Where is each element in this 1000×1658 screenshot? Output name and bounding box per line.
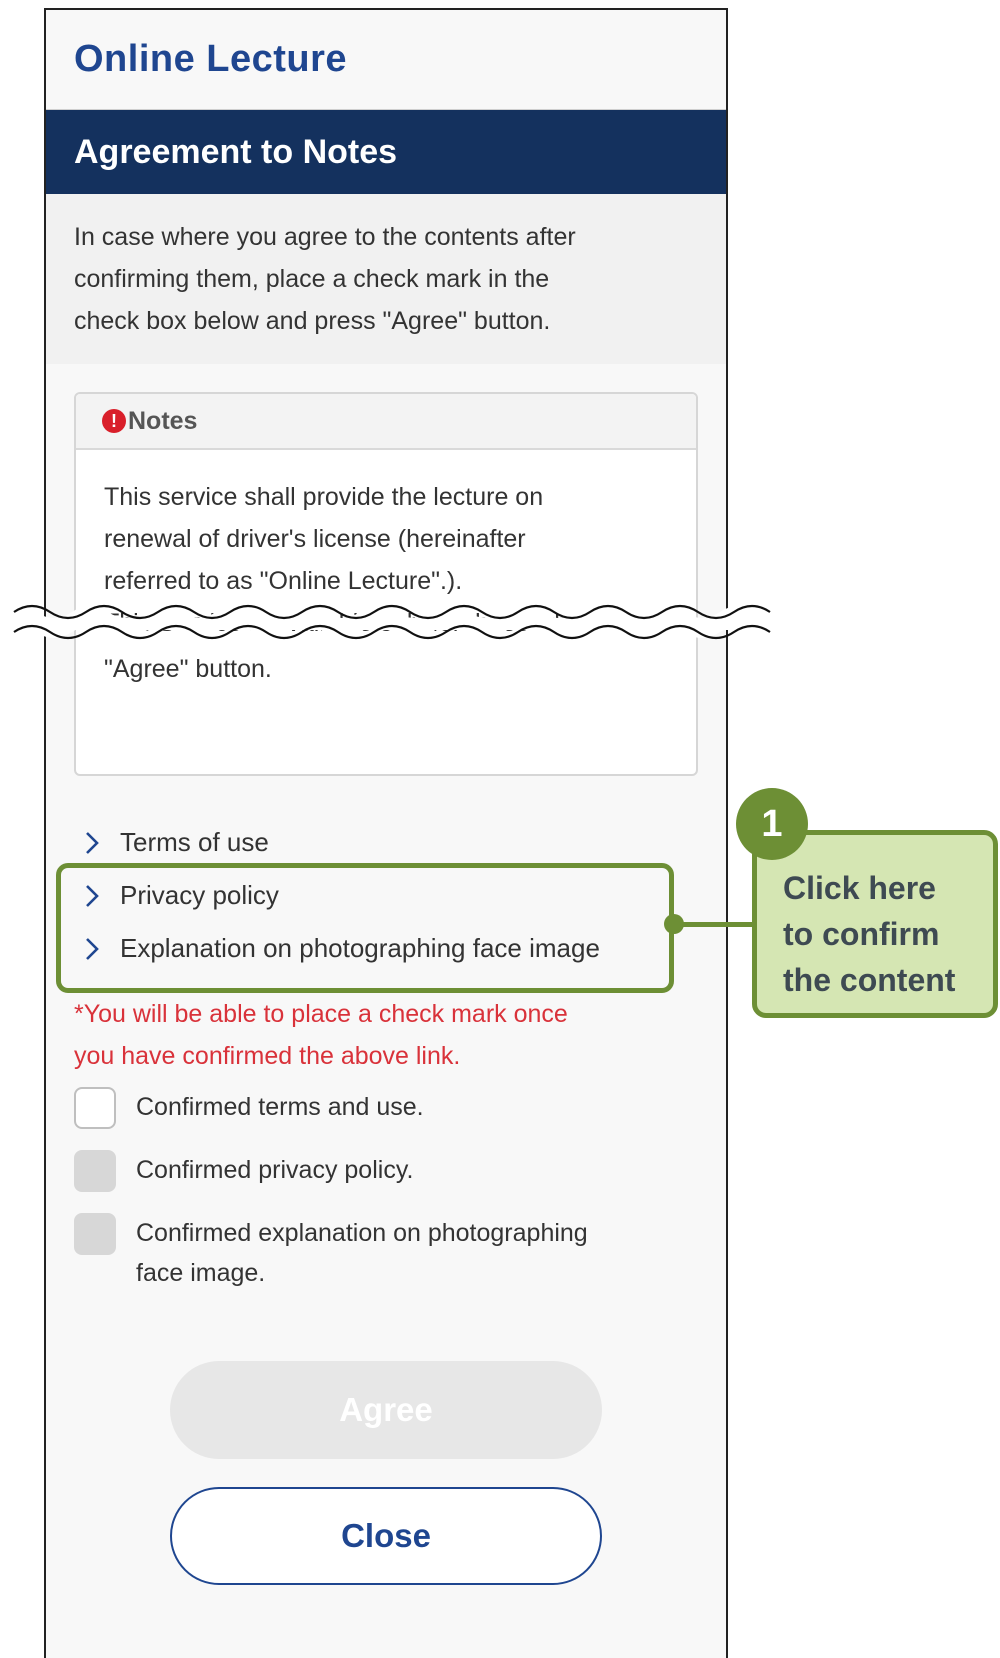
callout-line: to confirm [783, 916, 940, 952]
warning-line: you have confirmed the above link. [74, 1042, 461, 1070]
checkbox-label: Confirmed terms and use. [136, 1093, 424, 1121]
checkbox-row-privacy: Confirmed privacy policy. [74, 1150, 698, 1192]
intro-line: confirming them, place a check mark in t… [74, 265, 550, 293]
intro-line: check box below and press "Agree" button… [74, 307, 551, 335]
close-button[interactable]: Close [170, 1487, 602, 1585]
intro-line: In case where you agree to the contents … [74, 223, 576, 251]
checkbox-face-image [74, 1213, 116, 1255]
callout-box: Click here to confirm the content [752, 830, 998, 1018]
callout-connector [672, 922, 754, 927]
checkbox-label-line: face image. [136, 1259, 266, 1287]
phone-screen: Online Lecture Agreement to Notes In cas… [44, 8, 728, 1658]
link-label: Terms of use [120, 827, 269, 857]
section-title: Agreement to Notes [74, 132, 398, 171]
checkbox-row-terms[interactable]: Confirmed terms and use. [74, 1087, 698, 1129]
notes-title: Notes [128, 406, 198, 435]
checkbox-privacy [74, 1150, 116, 1192]
chevron-right-icon [86, 831, 99, 854]
warning-text: *You will be able to place a check mark … [74, 993, 698, 1077]
callout-connector-dot [664, 914, 684, 934]
notes-line: renewal of driver's license (hereinafter [104, 525, 526, 553]
link-terms-of-use[interactable]: Terms of use [74, 816, 698, 869]
intro-text: In case where you agree to the contents … [46, 194, 726, 364]
callout-line: the content [783, 962, 956, 998]
app-title: Online Lecture [74, 38, 348, 80]
agree-button[interactable]: Agree [170, 1361, 602, 1459]
notes-header: ! Notes [76, 394, 696, 450]
wave-break [0, 604, 1000, 640]
app-header: Online Lecture [46, 10, 726, 110]
notes-line: This service shall provide the lecture o… [104, 483, 544, 511]
highlight-box [56, 863, 674, 993]
warning-line: *You will be able to place a check mark … [74, 1000, 568, 1028]
checkbox-label: Confirmed privacy policy. [136, 1156, 414, 1184]
checkbox-row-face-image: Confirmed explanation on photographing f… [74, 1213, 698, 1293]
step-badge: 1 [736, 788, 808, 860]
callout-line: Click here [783, 870, 936, 906]
checkbox-terms[interactable] [74, 1087, 116, 1129]
checkbox-label: Confirmed explanation on photographing f… [136, 1213, 588, 1293]
checkbox-label-line: Confirmed explanation on photographing [136, 1219, 588, 1247]
alert-circle-icon: ! [102, 409, 126, 433]
section-bar: Agreement to Notes [46, 110, 726, 194]
notes-last-line: "Agree" button. [104, 655, 272, 683]
